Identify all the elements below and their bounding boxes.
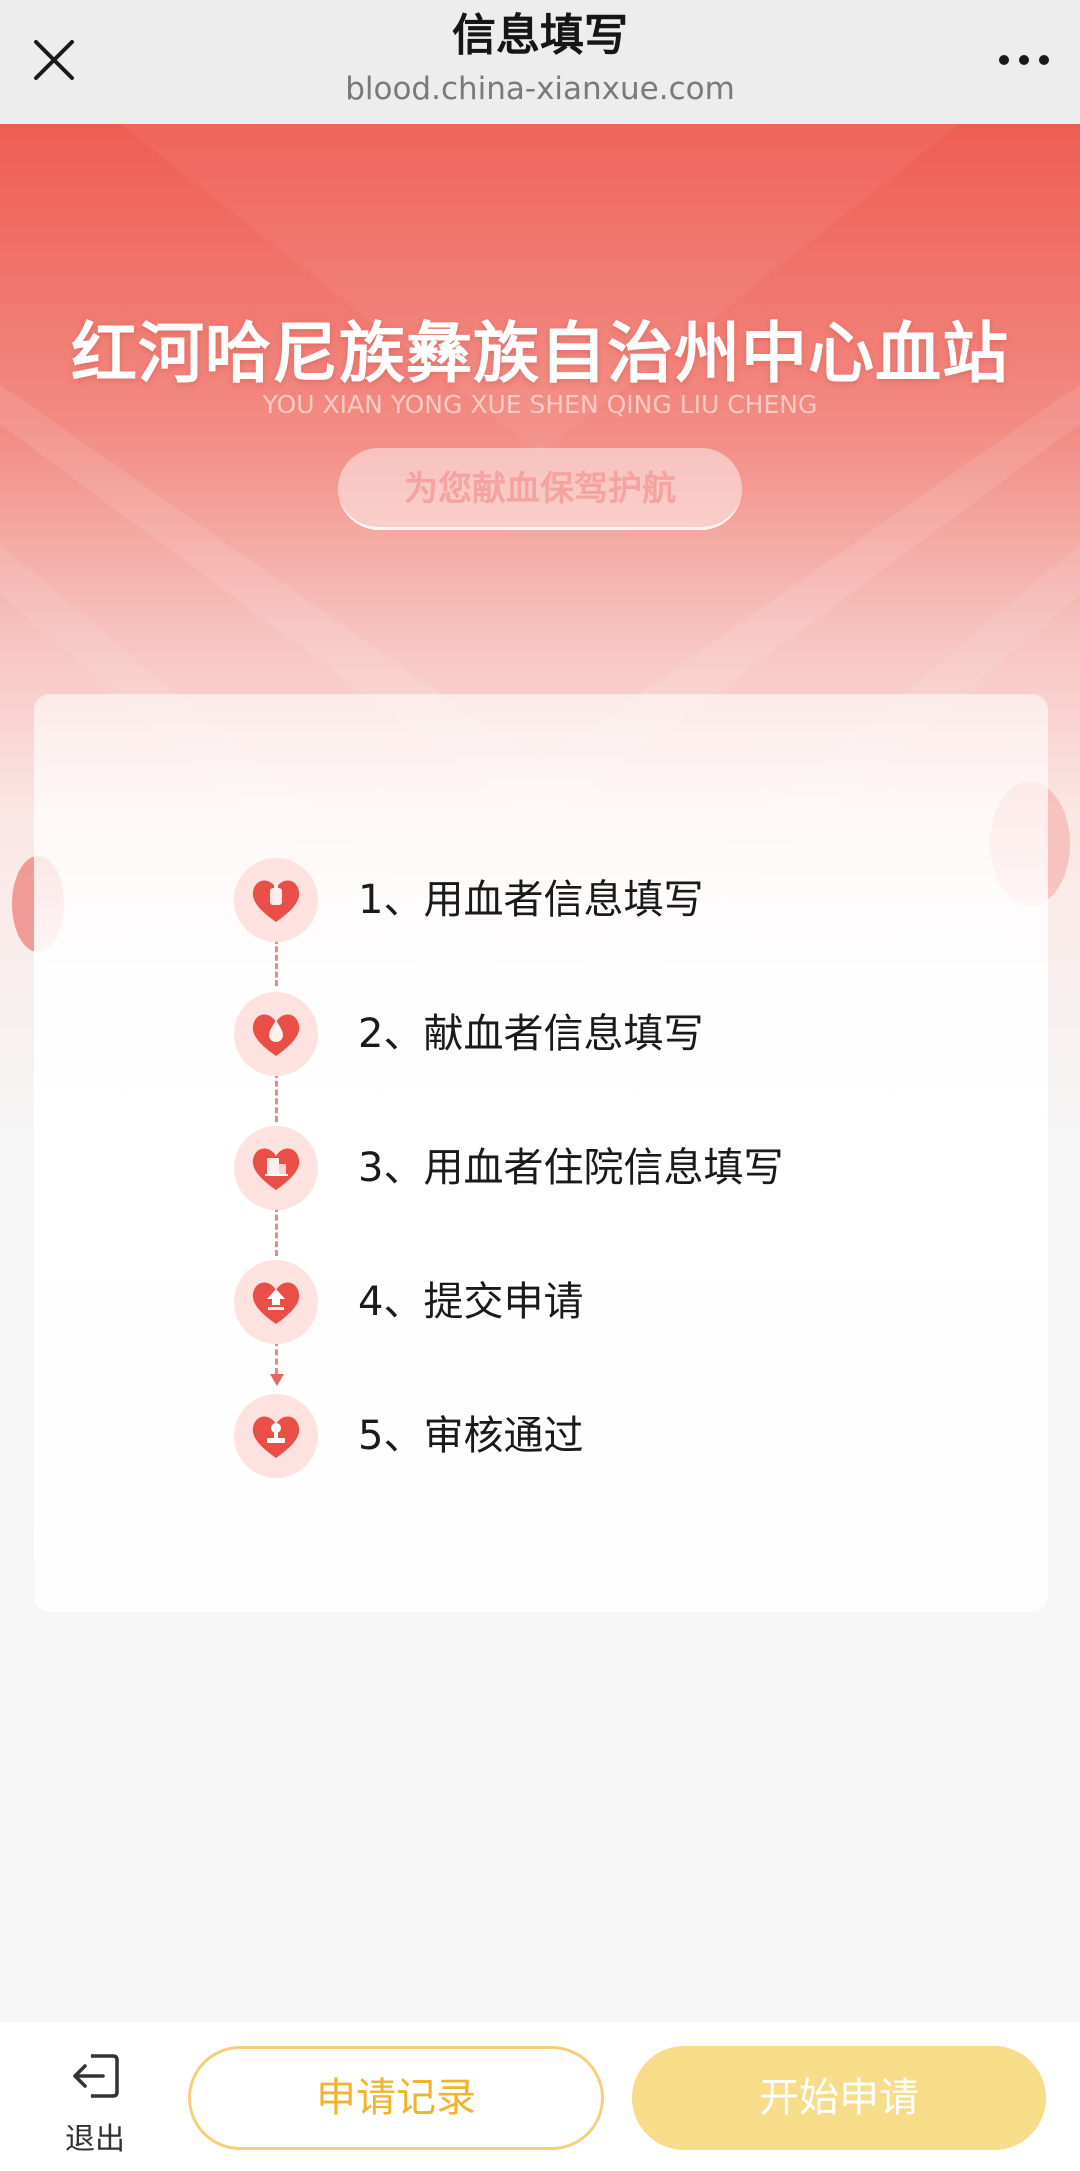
step-label: 2、献血者信息填写 bbox=[358, 1011, 704, 1057]
upload-heart-icon bbox=[234, 1260, 318, 1344]
step-label: 1、用血者信息填写 bbox=[358, 877, 704, 923]
more-icon[interactable] bbox=[992, 30, 1056, 90]
page-url: blood.china-xianxue.com bbox=[345, 71, 735, 107]
step-item-3: 3、用血者住院信息填写 bbox=[234, 1126, 934, 1216]
hero-subtitle: YOU XIAN YONG XUE SHEN QING LIU CHENG bbox=[262, 390, 818, 419]
start-application-button[interactable]: 开始申请 bbox=[632, 2046, 1046, 2150]
page-title: 信息填写 bbox=[452, 10, 628, 61]
step-item-1: 1、用血者信息填写 bbox=[234, 858, 934, 948]
step-label: 4、提交申请 bbox=[358, 1279, 584, 1325]
exit-label: 退出 bbox=[65, 2122, 125, 2157]
exit-button[interactable]: 退出 bbox=[50, 2050, 140, 2157]
blood-drop-heart-icon bbox=[234, 992, 318, 1076]
blood-bag-heart-icon bbox=[234, 858, 318, 942]
logout-icon bbox=[73, 2054, 119, 2098]
stamp-heart-icon bbox=[234, 1394, 318, 1478]
hospital-heart-icon bbox=[234, 1126, 318, 1210]
bottom-action-bar: 退出 申请记录 开始申请 bbox=[0, 2022, 1080, 2171]
process-steps-card: 1、用血者信息填写 2、献血者信息填写 3、用血者住院信息填写 4、提交申请 5… bbox=[34, 694, 1048, 1612]
step-label: 3、用血者住院信息填写 bbox=[358, 1145, 784, 1191]
arrow-down-icon bbox=[270, 1374, 284, 1386]
application-records-button[interactable]: 申请记录 bbox=[188, 2046, 604, 2150]
hero-tagline: 为您献血保驾护航 bbox=[338, 448, 742, 530]
step-item-2: 2、献血者信息填写 bbox=[234, 992, 934, 1082]
step-item-4: 4、提交申请 bbox=[234, 1260, 934, 1350]
hero-title: 红河哈尼族彝族自治州中心血站 bbox=[71, 315, 1009, 392]
step-label: 5、审核通过 bbox=[358, 1413, 584, 1459]
top-nav-bar: 信息填写 blood.china-xianxue.com bbox=[0, 0, 1080, 124]
step-item-5: 5、审核通过 bbox=[234, 1394, 934, 1484]
